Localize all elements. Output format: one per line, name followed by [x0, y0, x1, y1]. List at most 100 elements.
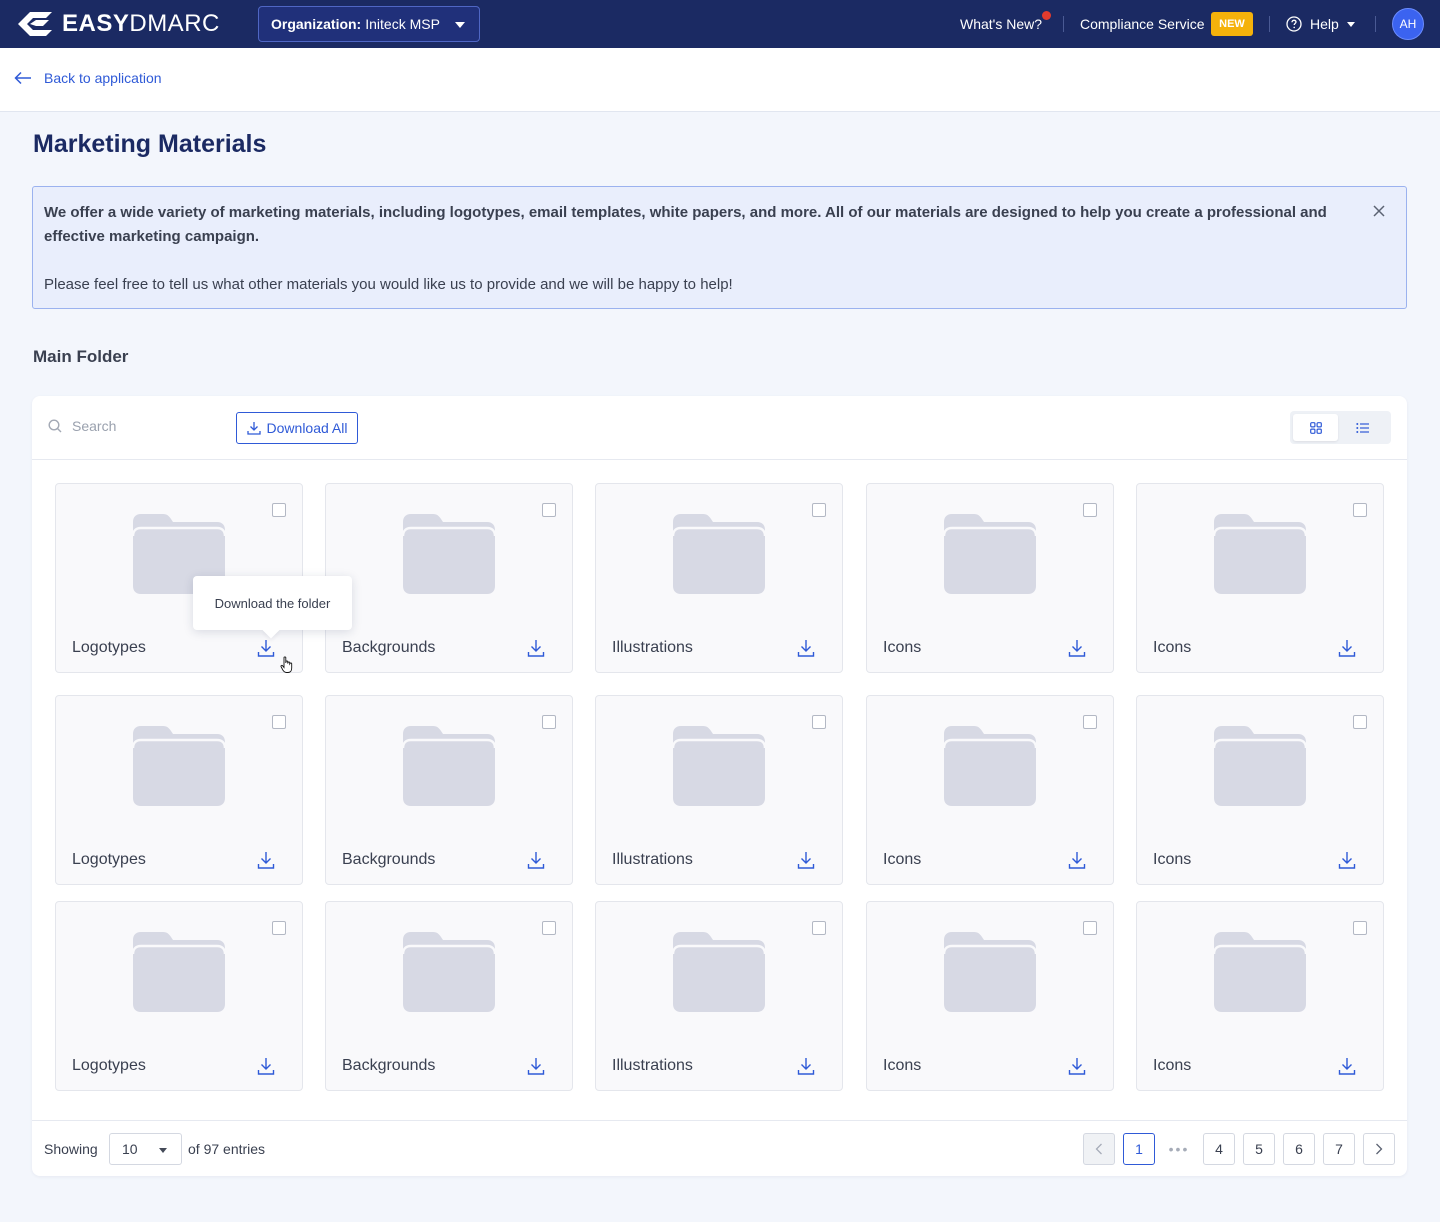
folder-tile[interactable]: Backgrounds [325, 695, 573, 885]
folder-icon [133, 726, 225, 806]
select-checkbox[interactable] [1353, 715, 1367, 729]
grid-view-button[interactable] [1293, 414, 1338, 441]
folder-name: Backgrounds [342, 1057, 436, 1074]
close-icon[interactable] [1372, 204, 1386, 218]
folder-name: Illustrations [612, 639, 693, 656]
select-checkbox[interactable] [542, 921, 556, 935]
download-icon[interactable] [527, 1057, 545, 1075]
help-menu[interactable]: Help [1310, 16, 1339, 32]
org-value: Initeck MSP [365, 16, 440, 32]
folder-icon [403, 932, 495, 1012]
list-icon [1355, 422, 1369, 433]
select-checkbox[interactable] [542, 503, 556, 517]
folder-name: Illustrations [612, 851, 693, 868]
download-icon[interactable] [257, 851, 275, 869]
whats-new-link[interactable]: What's New? [960, 16, 1042, 32]
select-checkbox[interactable] [542, 715, 556, 729]
download-icon[interactable] [1068, 851, 1086, 869]
download-icon[interactable] [797, 851, 815, 869]
back-link-label: Back to application [44, 70, 162, 86]
user-avatar[interactable]: AH [1392, 8, 1424, 40]
folder-tile[interactable]: Icons [866, 695, 1114, 885]
page-4-button[interactable]: 4 [1203, 1133, 1235, 1165]
banner-text: Please feel free to tell us what other m… [44, 276, 733, 293]
download-icon[interactable] [1338, 1057, 1356, 1075]
page-5-button[interactable]: 5 [1243, 1133, 1275, 1165]
organization-select[interactable]: Organization: Initeck MSP [258, 6, 480, 42]
folder-name: Backgrounds [342, 851, 436, 868]
download-icon[interactable] [1068, 1057, 1086, 1075]
select-checkbox[interactable] [1353, 503, 1367, 517]
search-input[interactable]: Search [48, 418, 116, 434]
select-checkbox[interactable] [272, 921, 286, 935]
folder-tile[interactable]: Icons [1136, 483, 1384, 673]
caret-down-icon [1347, 22, 1355, 27]
list-view-button[interactable] [1340, 414, 1385, 441]
folder-tile[interactable]: Logotypes [55, 901, 303, 1091]
folder-tile[interactable]: Icons [866, 901, 1114, 1091]
folder-icon [673, 726, 765, 806]
download-icon[interactable] [1338, 639, 1356, 657]
showing-label: Showing [44, 1141, 98, 1157]
new-badge: NEW [1211, 12, 1253, 36]
download-icon[interactable] [1068, 639, 1086, 657]
select-checkbox[interactable] [272, 715, 286, 729]
divider [1063, 16, 1064, 32]
folder-tile[interactable]: Backgrounds [325, 483, 573, 673]
chevron-right-icon [1376, 1143, 1383, 1155]
folder-name: Backgrounds [342, 639, 436, 656]
select-checkbox[interactable] [1353, 921, 1367, 935]
download-all-button[interactable]: Download All [236, 412, 358, 444]
download-icon[interactable] [1338, 851, 1356, 869]
folder-tile[interactable]: Icons [1136, 695, 1384, 885]
select-checkbox[interactable] [272, 503, 286, 517]
folder-tile[interactable]: Icons [1136, 901, 1384, 1091]
folder-tile[interactable]: Illustrations [595, 901, 843, 1091]
search-icon [48, 419, 62, 433]
info-banner: We offer a wide variety of marketing mat… [32, 186, 1407, 309]
per-page-select[interactable]: 10 [109, 1133, 182, 1165]
folder-tile[interactable]: Icons [866, 483, 1114, 673]
folder-icon [1214, 514, 1306, 594]
download-icon[interactable] [527, 639, 545, 657]
previous-page-button[interactable] [1083, 1133, 1115, 1165]
select-checkbox[interactable] [812, 921, 826, 935]
pagination-footer: Showing 10 of 97 entries 1 ••• 4 5 6 7 [32, 1120, 1407, 1176]
download-all-label: Download All [266, 420, 348, 436]
banner-strong-text: We offer a wide variety of marketing mat… [44, 204, 1327, 245]
compliance-service-link[interactable]: Compliance Service [1080, 16, 1205, 32]
folder-icon [944, 932, 1036, 1012]
select-checkbox[interactable] [812, 503, 826, 517]
download-icon[interactable] [527, 851, 545, 869]
select-checkbox[interactable] [1083, 921, 1097, 935]
select-checkbox[interactable] [812, 715, 826, 729]
folder-tile[interactable]: Illustrations [595, 695, 843, 885]
search-placeholder: Search [72, 418, 117, 434]
page-6-button[interactable]: 6 [1283, 1133, 1315, 1165]
folder-tile[interactable]: Illustrations [595, 483, 843, 673]
folder-tile[interactable]: Logotypes [55, 695, 303, 885]
download-icon[interactable] [257, 1057, 275, 1075]
folder-tile[interactable]: Backgrounds [325, 901, 573, 1091]
folder-name: Logotypes [72, 851, 146, 868]
next-page-button[interactable] [1363, 1133, 1395, 1165]
folder-name: Icons [883, 1057, 922, 1074]
download-icon[interactable] [257, 639, 275, 657]
org-label: Organization: [271, 16, 362, 32]
page-7-button[interactable]: 7 [1323, 1133, 1355, 1165]
back-to-application-link[interactable]: Back to application [14, 70, 162, 86]
download-icon[interactable] [797, 1057, 815, 1075]
help-circle-icon[interactable] [1286, 16, 1302, 32]
caret-down-icon [159, 1148, 167, 1153]
brand-logo[interactable]: EASYDMARC [16, 9, 220, 39]
folder-name: Icons [1153, 851, 1192, 868]
folder-name: Icons [1153, 1057, 1192, 1074]
select-checkbox[interactable] [1083, 715, 1097, 729]
chevron-down-icon [455, 22, 465, 28]
download-icon[interactable] [797, 639, 815, 657]
download-folder-tooltip: Download the folder [193, 576, 352, 630]
brand-name-light: DMARC [129, 10, 220, 37]
folder-icon [133, 932, 225, 1012]
select-checkbox[interactable] [1083, 503, 1097, 517]
page-1-button[interactable]: 1 [1123, 1133, 1155, 1165]
